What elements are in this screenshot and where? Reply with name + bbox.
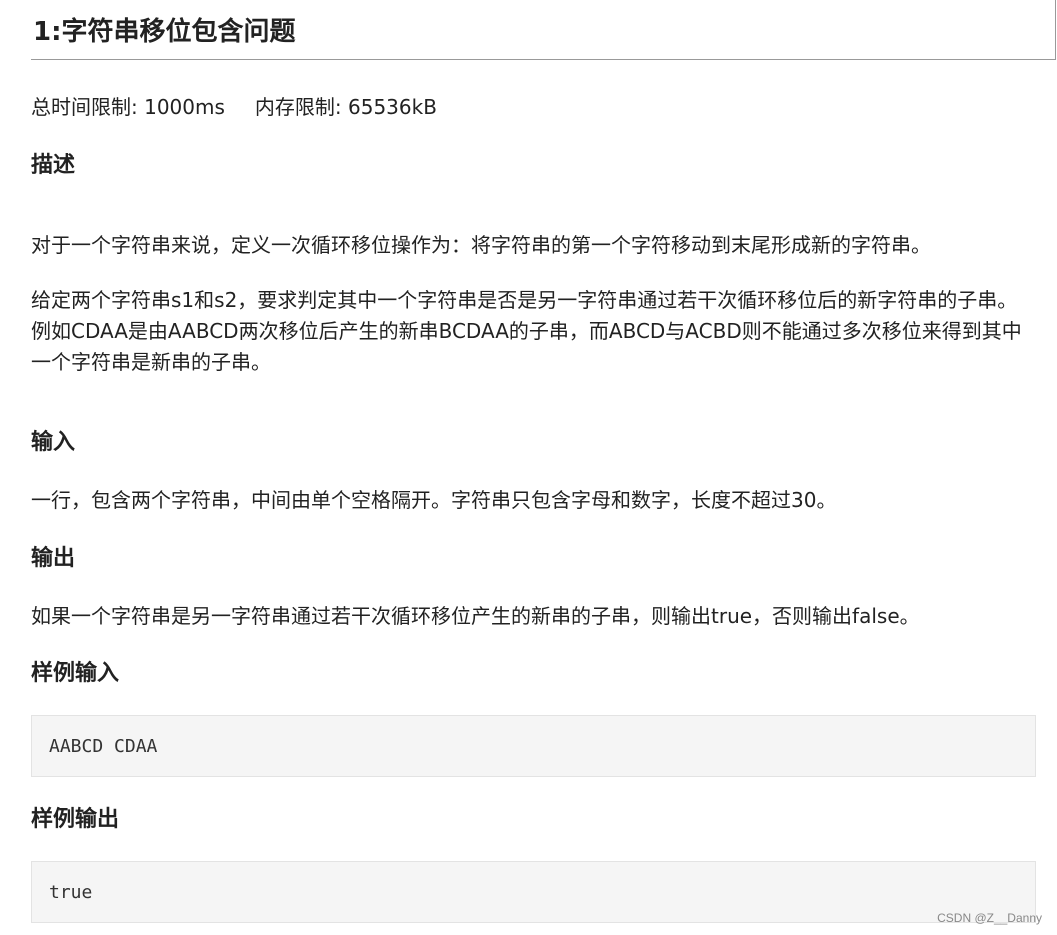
input-heading: 输入 [31, 430, 76, 455]
sample-input-code[interactable]: AABCD CDAA [31, 715, 1036, 777]
description-heading: 描述 [31, 153, 76, 178]
output-description: 如果一个字符串是另一字符串通过若干次循环移位产生的新串的子串，则输出true，否… [31, 604, 920, 628]
problem-page: 1:字符串移位包含问题 总时间限制: 1000ms 内存限制: 65536kB 描… [0, 0, 1057, 935]
limits-line: 总时间限制: 1000ms 内存限制: 65536kB [31, 93, 437, 121]
watermark: CSDN @Z__Danny [937, 911, 1042, 925]
problem-title: 1:字符串移位包含问题 [33, 17, 296, 47]
sample-input-heading: 样例输入 [31, 661, 120, 686]
sample-output-code[interactable]: true [31, 861, 1036, 923]
description-paragraph-2: 给定两个字符串s1和s2，要求判定其中一个字符串是否是另一字符串通过若干次循环移… [31, 288, 1022, 374]
description-paragraph-1: 对于一个字符串来说，定义一次循环移位操作为：将字符串的第一个字符移动到末尾形成新… [31, 233, 931, 257]
title-bar: 1:字符串移位包含问题 [31, 0, 1056, 60]
memory-limit: 内存限制: 65536kB [254, 95, 437, 119]
output-heading: 输出 [31, 546, 76, 571]
sample-output-heading: 样例输出 [31, 807, 120, 832]
input-description: 一行，包含两个字符串，中间由单个空格隔开。字符串只包含字母和数字，长度不超过30… [31, 488, 837, 512]
time-limit: 总时间限制: 1000ms [31, 95, 225, 119]
